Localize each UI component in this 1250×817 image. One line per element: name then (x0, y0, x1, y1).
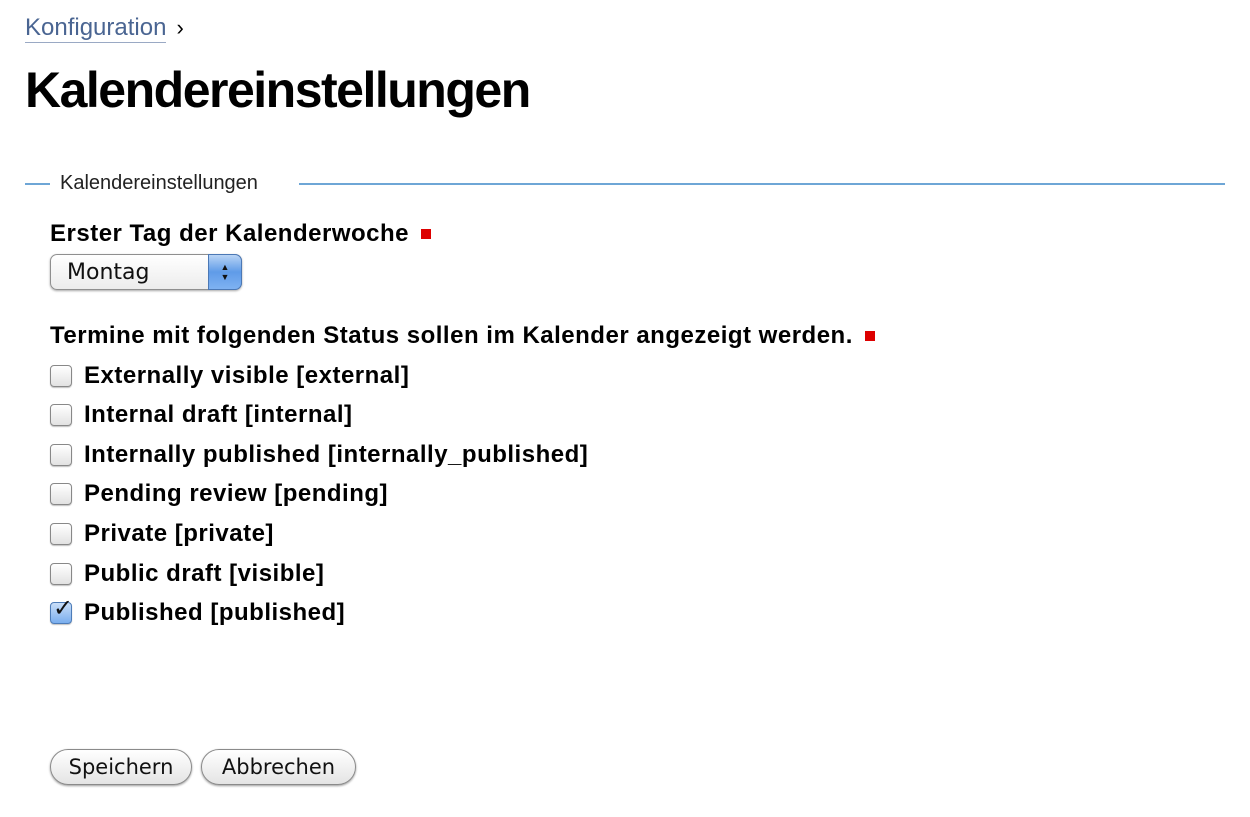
save-button[interactable]: Speichern (50, 749, 192, 785)
status-label: Termine mit folgenden Status sollen im K… (50, 321, 875, 351)
fieldset-calendar-settings: Kalendereinstellungen (25, 168, 1225, 198)
fieldset-legend: Kalendereinstellungen (60, 172, 258, 194)
checkbox-label: Internally published [internally_publish… (84, 441, 589, 468)
status-option-internally-published[interactable]: Internally published [internally_publish… (50, 439, 588, 471)
checkmark-icon: ✓ (53, 594, 74, 622)
first-day-label-text: Erster Tag der Kalenderwoche (50, 220, 409, 247)
status-option-visible[interactable]: Public draft [visible] (50, 558, 324, 590)
status-option-private[interactable]: Private [private] (50, 518, 274, 550)
status-option-external[interactable]: Externally visible [external] (50, 360, 409, 392)
arrow-down-icon: ▼ (220, 272, 230, 282)
status-option-pending[interactable]: Pending review [pending] (50, 478, 388, 510)
checkbox-internal[interactable] (50, 404, 72, 426)
required-marker-icon (864, 331, 875, 341)
required-marker-icon (421, 229, 431, 239)
page: Konfiguration › Kalendereinstellungen Ka… (0, 0, 1250, 817)
fieldset-divider-left (25, 183, 50, 185)
breadcrumb-separator-icon: › (176, 15, 184, 40)
checkbox-label: Published [published] (84, 599, 346, 626)
checkbox-label: Pending review [pending] (84, 480, 389, 507)
page-title: Kalendereinstellungen (25, 62, 531, 118)
checkbox-external[interactable] (50, 365, 72, 387)
status-label-text: Termine mit folgenden Status sollen im K… (50, 322, 853, 349)
arrow-up-icon: ▲ (220, 262, 230, 272)
first-day-select[interactable]: Montag ▲ ▼ (50, 254, 242, 290)
up-down-arrows-icon: ▲ ▼ (208, 254, 242, 290)
status-option-internal[interactable]: Internal draft [internal] (50, 399, 353, 431)
checkbox-label: Private [private] (84, 520, 274, 547)
checkbox-pending[interactable] (50, 483, 72, 505)
checkbox-label: Externally visible [external] (84, 362, 410, 389)
first-day-label: Erster Tag der Kalenderwoche (50, 219, 431, 249)
breadcrumb-link-konfiguration[interactable]: Konfiguration (25, 14, 167, 43)
status-option-published[interactable]: ✓ Published [published] (50, 594, 346, 629)
fieldset-divider-right (299, 183, 1225, 185)
breadcrumb: Konfiguration › (25, 12, 184, 44)
cancel-button[interactable]: Abbrechen (201, 749, 356, 785)
checkbox-private[interactable] (50, 523, 72, 545)
checkbox-published[interactable]: ✓ (50, 594, 73, 624)
checkbox-internally-published[interactable] (50, 444, 72, 466)
checkbox-visible[interactable] (50, 563, 72, 585)
checkbox-label: Internal draft [internal] (84, 401, 353, 428)
checkbox-label: Public draft [visible] (84, 560, 325, 587)
first-day-select-value: Montag (67, 260, 150, 285)
